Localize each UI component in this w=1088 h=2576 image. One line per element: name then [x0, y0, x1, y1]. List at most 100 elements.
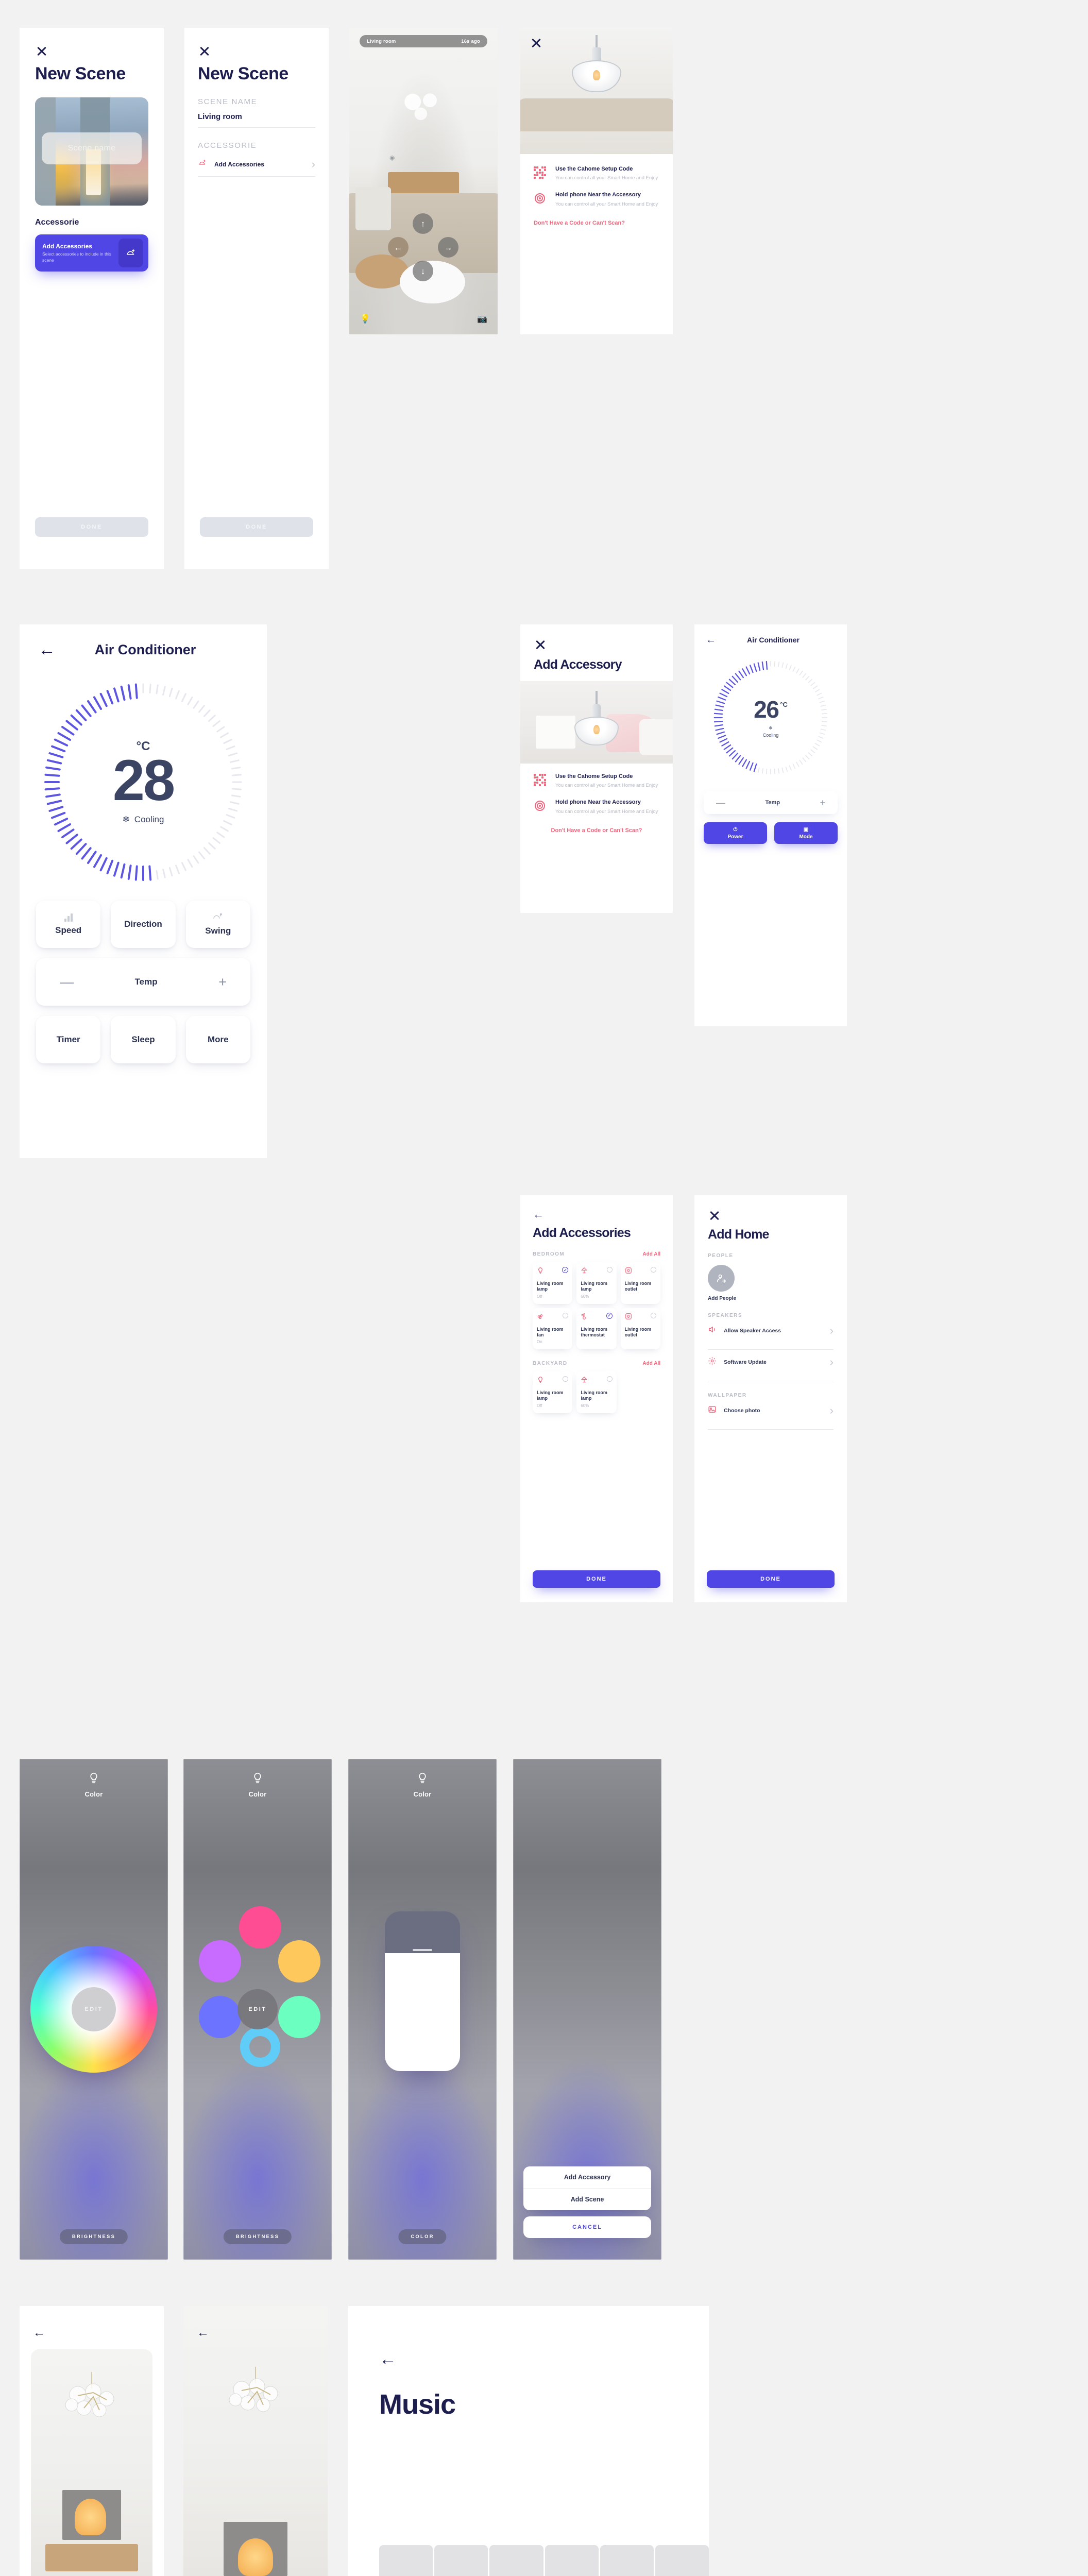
swatch-cyan-selected[interactable] — [240, 2027, 280, 2067]
accessory-card[interactable]: ✓ Living room lamp Off — [533, 1262, 573, 1304]
move-left-button[interactable]: ← — [388, 237, 409, 258]
done-button[interactable]: DONE — [533, 1570, 660, 1588]
scene-name-input[interactable]: Scene name — [42, 132, 142, 164]
close-icon[interactable] — [534, 638, 547, 651]
slider-handle[interactable] — [413, 1948, 432, 1951]
album-carousel[interactable] — [379, 2545, 709, 2576]
stool — [535, 716, 575, 749]
checkbox[interactable] — [563, 1312, 569, 1318]
temperature-stepper[interactable]: — Temp + — [704, 791, 838, 814]
add-accessories-card[interactable]: Add Accessories Select accessories to in… — [35, 234, 148, 272]
checkbox[interactable] — [563, 1376, 569, 1382]
temp-decrease-button[interactable]: — — [60, 975, 74, 989]
swing-button[interactable]: Swing — [185, 901, 250, 948]
swatch-blue[interactable] — [199, 1996, 241, 2038]
brightness-tab[interactable]: BRIGHTNESS — [223, 2229, 292, 2244]
mode-button[interactable]: ▣ Mode — [774, 822, 838, 844]
sleep-button[interactable]: Sleep — [111, 1016, 176, 1063]
accessory-card[interactable]: Living room lamp Off — [533, 1371, 573, 1413]
edit-button[interactable]: EDIT — [72, 1987, 116, 2031]
add-accessory-icon — [198, 158, 207, 170]
chevron-right-icon: › — [829, 1355, 834, 1368]
back-arrow-icon[interactable]: ← — [38, 641, 56, 658]
close-icon[interactable] — [708, 1209, 721, 1222]
checkbox[interactable] — [606, 1376, 613, 1382]
color-tab[interactable]: COLOR — [398, 2229, 447, 2244]
checkbox-selected[interactable]: ✓ — [606, 1312, 613, 1319]
speed-button[interactable]: Speed — [36, 901, 101, 948]
close-icon[interactable] — [198, 44, 211, 58]
done-button[interactable]: DONE — [707, 1570, 835, 1588]
add-all-button[interactable]: Add All — [642, 1251, 660, 1257]
swatch-mint[interactable] — [278, 1996, 320, 2038]
add-scene-option[interactable]: Add Scene — [523, 2189, 651, 2210]
instruction-title: Use the Cahome Setup Code — [555, 773, 633, 779]
back-arrow-icon[interactable]: ← — [379, 2350, 397, 2368]
pillow — [355, 187, 391, 230]
move-down-button[interactable]: ↓ — [413, 261, 433, 281]
allow-speaker-access-row[interactable]: Allow Speaker Access › — [708, 1318, 834, 1343]
wallpaper-section-label: WALLPAPER — [708, 1393, 747, 1398]
close-icon[interactable] — [530, 36, 543, 49]
move-right-button[interactable]: → — [438, 237, 458, 258]
back-arrow-icon[interactable]: ← — [33, 2327, 45, 2339]
scene-name-input[interactable]: Living room — [198, 112, 315, 121]
temperature-dial[interactable]: 26 °C ❄ Cooling — [711, 658, 830, 777]
swatch-violet[interactable] — [199, 1940, 241, 1982]
more-label: More — [208, 1035, 229, 1044]
brightness-slider[interactable] — [385, 1911, 460, 2071]
accessory-card[interactable]: Living room outlet — [620, 1308, 660, 1349]
swatch-pink[interactable] — [239, 1906, 281, 1948]
temp-increase-button[interactable]: + — [820, 798, 825, 808]
choose-photo-row[interactable]: Choose photo › — [708, 1398, 834, 1423]
cancel-button[interactable]: CANCEL — [523, 2216, 651, 2238]
timer-button[interactable]: Timer — [36, 1016, 101, 1063]
temp-decrease-button[interactable]: — — [716, 798, 725, 808]
checkbox[interactable] — [606, 1267, 613, 1273]
checkbox[interactable] — [651, 1312, 656, 1318]
temp-label: Temp — [134, 977, 158, 987]
add-accessory-option[interactable]: Add Accessory — [523, 2166, 651, 2188]
ac-controls-grid: Speed Direction Swing — Temp + Timer Sle… — [20, 885, 267, 1063]
brightness-fill — [385, 1953, 460, 2071]
setup-instruction-item: Use the Cahome Setup Code You can contro… — [534, 165, 659, 182]
temp-increase-button[interactable]: + — [218, 975, 227, 989]
accessory-card[interactable]: Living room lamp 60% — [576, 1371, 617, 1413]
done-button[interactable]: DONE — [35, 517, 148, 537]
no-code-link[interactable]: Don't Have a Code or Can't Scan? — [520, 824, 673, 834]
swatch-orange[interactable] — [278, 1940, 320, 1982]
chevron-right-icon: › — [829, 1404, 834, 1417]
edit-button[interactable]: EDIT — [237, 1989, 278, 2029]
power-label: Power — [727, 834, 743, 840]
temperature-stepper[interactable]: — Temp + — [36, 958, 250, 1006]
checkbox[interactable] — [651, 1267, 656, 1273]
checkbox-selected[interactable]: ✓ — [562, 1267, 569, 1273]
move-up-button[interactable]: ↑ — [413, 213, 433, 234]
close-icon[interactable] — [35, 44, 48, 58]
brightness-tab[interactable]: BRIGHTNESS — [59, 2229, 128, 2244]
add-accessories-row[interactable]: Add Accessories › — [198, 158, 315, 170]
nfc-icon — [534, 191, 547, 208]
power-button[interactable]: ⏻ Power — [704, 822, 767, 844]
no-code-link[interactable]: Don't Have a Code or Can't Scan? — [520, 217, 673, 226]
software-update-row[interactable]: Software Update › — [708, 1350, 834, 1375]
accessory-card[interactable]: Living room fan On — [533, 1308, 573, 1349]
accessory-card[interactable]: Living room lamp 60% — [576, 1262, 617, 1304]
accessory-status: On — [537, 1340, 542, 1344]
add-all-button[interactable]: Add All — [642, 1361, 660, 1366]
accessory-card[interactable]: Living room outlet — [620, 1262, 660, 1304]
done-button[interactable]: DONE — [200, 517, 313, 537]
instruction-desc: You can control all your Smart Home and … — [555, 783, 658, 789]
direction-button[interactable]: Direction — [111, 901, 176, 948]
more-button[interactable]: More — [185, 1016, 250, 1063]
back-arrow-icon[interactable]: ← — [706, 635, 716, 645]
back-arrow-icon[interactable]: ← — [533, 1209, 544, 1220]
camera-icon[interactable]: 📷 — [477, 314, 487, 324]
row-label: Software Update — [724, 1359, 767, 1365]
accessory-card[interactable]: ✓ Living room thermostat — [576, 1308, 617, 1349]
back-arrow-icon[interactable]: ← — [197, 2327, 209, 2339]
temperature-dial[interactable]: °C 28 ❄ Cooling — [40, 679, 246, 885]
add-person-icon[interactable] — [708, 1265, 735, 1292]
scene-photo[interactable]: Scene name — [35, 97, 148, 206]
bulb-icon[interactable]: 💡 — [360, 314, 370, 324]
